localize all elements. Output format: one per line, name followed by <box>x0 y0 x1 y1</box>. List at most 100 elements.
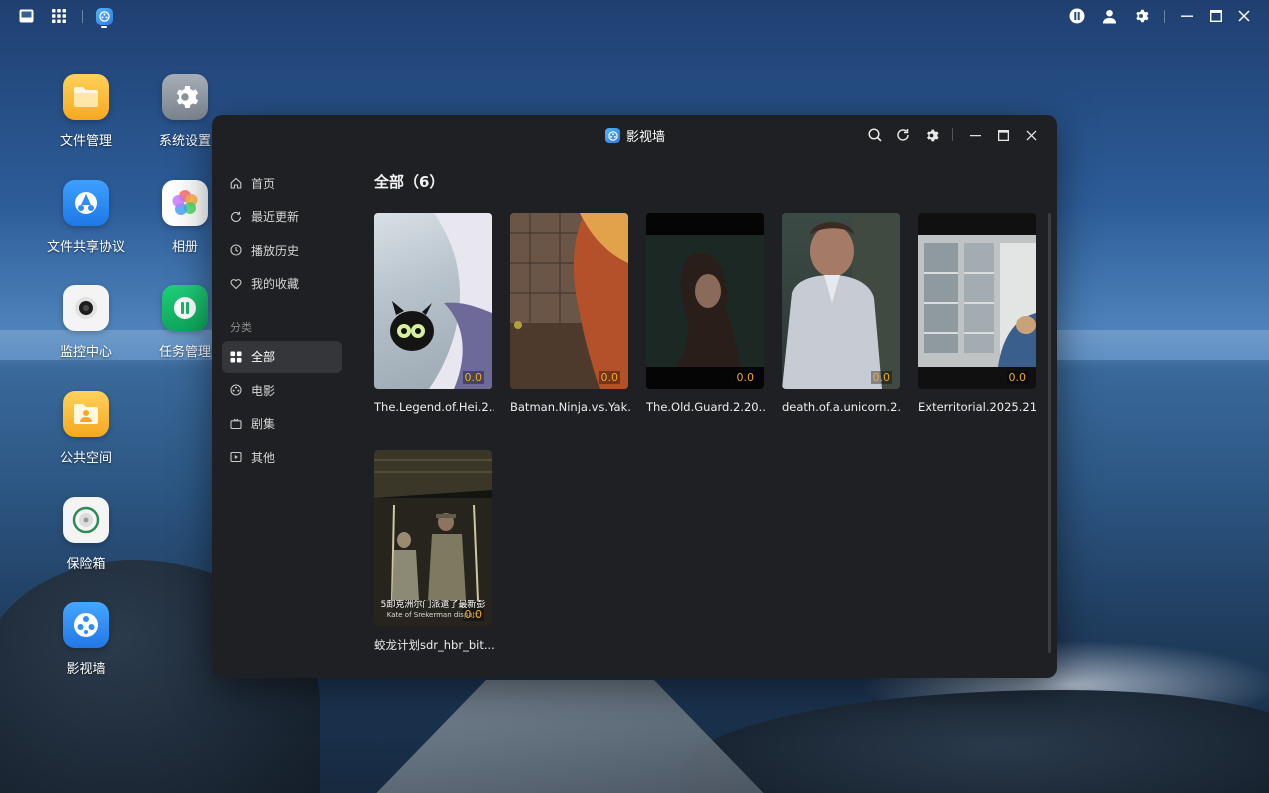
sidebar-item-recent[interactable]: 最近更新 <box>222 201 342 233</box>
media-title: death.of.a.unicorn.2... <box>782 400 902 414</box>
rating-badge: 0.0 <box>1006 371 1028 384</box>
clock-icon <box>230 244 242 256</box>
maximize-icon[interactable] <box>1207 7 1225 25</box>
media-card[interactable]: 0.0 Batman.Ninja.vs.Yak... <box>510 213 630 414</box>
sidebar: 首页 最近更新 播放历史 我的收藏 分类 全部 电影 剧集 其他 <box>222 167 342 475</box>
rating-badge: 0.0 <box>870 371 892 384</box>
close-icon[interactable] <box>1235 7 1253 25</box>
sidebar-item-label: 电影 <box>251 383 276 398</box>
desktop-icon-label: 监控中心 <box>59 345 112 360</box>
taskbar-video-wall-icon[interactable] <box>95 7 113 25</box>
film-reel-icon <box>230 384 242 396</box>
poster-image: 0.0 <box>918 213 1036 389</box>
sidebar-item-label: 最近更新 <box>251 210 300 224</box>
media-card[interactable]: 0.0 death.of.a.unicorn.2... <box>782 213 902 414</box>
photos-icon <box>162 180 208 226</box>
desktop-icon-label: 影视墙 <box>66 662 106 677</box>
media-card[interactable]: 0.0 The.Legend.of.Hei.2... <box>374 213 494 414</box>
public-space-icon <box>63 391 109 437</box>
poster-image: 5卸克洲尔门派遣了最新彭 Kate of Srekerman dispatc 0… <box>374 450 492 626</box>
user-icon[interactable] <box>1100 7 1118 25</box>
search-icon[interactable] <box>867 127 883 143</box>
sidebar-item-home[interactable]: 首页 <box>222 167 342 199</box>
desktop-icon-label: 文件共享协议 <box>46 240 125 255</box>
widget-icon[interactable] <box>1068 7 1086 25</box>
rating-badge: 0.0 <box>734 371 756 384</box>
settings-gear-icon[interactable] <box>923 127 939 143</box>
top-bar <box>0 0 1269 32</box>
poster-image: 0.0 <box>782 213 900 389</box>
video-wall-window: 影视墙 首页 最近更新 播放历史 我的收藏 分类 全部 电影 剧集 其他 全部（… <box>212 115 1057 678</box>
media-card[interactable]: 0.0 Exterritorial.2025.21... <box>918 213 1038 414</box>
top-bar-divider-right <box>1164 10 1165 23</box>
gear-icon <box>162 74 208 120</box>
desktop-icon-video-wall[interactable]: 影视墙 <box>38 602 134 677</box>
close-icon[interactable] <box>1023 127 1039 143</box>
minimize-icon[interactable] <box>967 127 983 143</box>
media-card[interactable]: 5卸克洲尔门派遣了最新彭 Kate of Srekerman dispatc 0… <box>374 450 494 653</box>
desktop-icon-label: 文件管理 <box>59 134 112 149</box>
content-area: 全部（6） 0.0 The.Legend.of.Hei.2... 0.0 Bat… <box>374 171 1044 652</box>
heart-icon <box>230 278 242 290</box>
sidebar-item-label: 剧集 <box>251 417 276 431</box>
desktop-icon-label: 任务管理 <box>158 345 211 360</box>
sidebar-item-label: 全部 <box>251 350 276 364</box>
rating-badge: 0.0 <box>462 371 484 384</box>
sidebar-item-label: 其他 <box>251 450 276 465</box>
maximize-icon[interactable] <box>995 127 1011 143</box>
active-app-indicator <box>101 26 107 28</box>
minimize-icon[interactable] <box>1178 7 1196 25</box>
sidebar-item-label: 我的收藏 <box>251 277 300 291</box>
media-title: Exterritorial.2025.21... <box>918 400 1038 414</box>
window-titlebar[interactable]: 影视墙 <box>212 115 1057 155</box>
sidebar-item-label: 播放历史 <box>251 243 300 258</box>
window-title-text: 影视墙 <box>626 130 666 145</box>
desktop-icon-monitoring[interactable]: 监控中心 <box>38 285 134 360</box>
rating-badge: 0.0 <box>462 608 484 621</box>
task-icon <box>162 285 208 331</box>
window-title: 影视墙 <box>605 126 665 145</box>
sidebar-item-history[interactable]: 播放历史 <box>222 234 342 266</box>
poster-image: 0.0 <box>510 213 628 389</box>
refresh-icon <box>230 211 242 223</box>
poster-image: 0.0 <box>646 213 764 389</box>
show-desktop-icon[interactable] <box>17 7 35 25</box>
sidebar-item-series[interactable]: 剧集 <box>222 408 342 440</box>
content-title: 全部（6） <box>374 173 445 191</box>
sidebar-item-all[interactable]: 全部 <box>222 340 342 373</box>
sidebar-item-other[interactable]: 其他 <box>222 441 342 473</box>
rating-badge: 0.0 <box>598 371 620 384</box>
grid-icon <box>230 351 242 363</box>
media-title: 蛟龙计划sdr_hbr_bit... <box>374 638 494 652</box>
media-title: The.Old.Guard.2.20... <box>646 400 766 414</box>
top-bar-divider <box>82 10 83 23</box>
media-title: The.Legend.of.Hei.2... <box>374 400 494 414</box>
desktop-icon-label: 系统设置 <box>158 134 211 149</box>
desktop-icon-public-space[interactable]: 公共空间 <box>38 391 134 466</box>
desktop-icon-label: 公共空间 <box>59 451 112 466</box>
folder-icon <box>63 74 109 120</box>
poster-image: 0.0 <box>374 213 492 389</box>
safe-icon <box>63 497 109 543</box>
desktop-icon-file-share[interactable]: 文件共享协议 <box>38 180 134 255</box>
share-protocol-icon <box>63 180 109 226</box>
apps-grid-icon[interactable] <box>50 7 68 25</box>
sidebar-section-label: 分类 <box>230 320 252 334</box>
sidebar-item-favorites[interactable]: 我的收藏 <box>222 268 342 300</box>
camera-icon <box>63 285 109 331</box>
sidebar-item-movies[interactable]: 电影 <box>222 374 342 406</box>
video-wall-icon <box>605 128 620 143</box>
desktop-icon-label: 保险箱 <box>66 557 106 572</box>
content-scrollbar[interactable] <box>1048 213 1051 653</box>
media-title: Batman.Ninja.vs.Yak... <box>510 400 630 414</box>
home-icon <box>230 177 242 189</box>
settings-gear-icon[interactable] <box>1132 7 1150 25</box>
play-box-icon <box>230 451 242 463</box>
refresh-icon[interactable] <box>895 127 911 143</box>
desktop-icon-label: 相册 <box>171 240 198 255</box>
desktop-icon-safe[interactable]: 保险箱 <box>38 497 134 572</box>
desktop-icon-file-manager[interactable]: 文件管理 <box>38 74 134 149</box>
tv-icon <box>230 418 242 430</box>
sidebar-item-label: 首页 <box>251 176 276 191</box>
media-card[interactable]: 0.0 The.Old.Guard.2.20... <box>646 213 766 414</box>
